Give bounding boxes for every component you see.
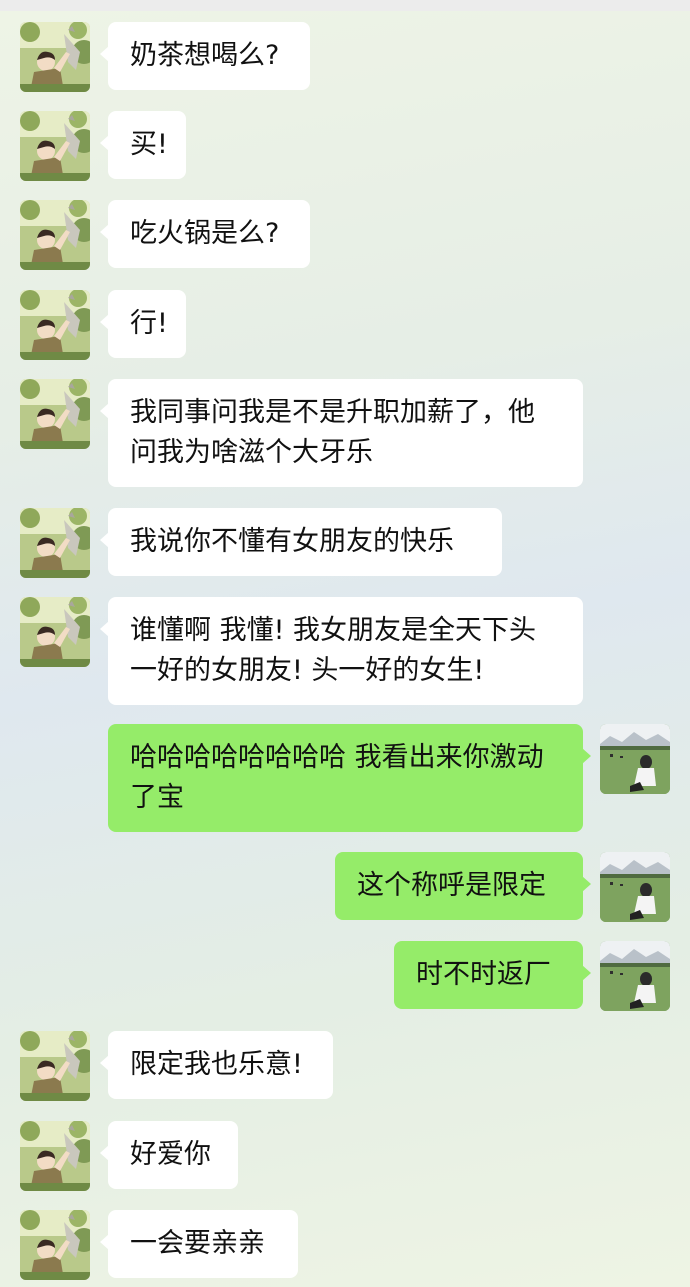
friend-avatar-icon[interactable] [20,290,90,360]
message-bubble[interactable]: 我同事问我是不是升职加薪了，他问我为啥滋个大牙乐 [100,379,583,487]
message-bubble[interactable]: 吃火锅是么? [100,200,310,268]
self-avatar-icon[interactable] [600,941,670,1011]
message-bubble[interactable]: 一会要亲亲 [100,1210,298,1278]
friend-avatar-icon[interactable] [20,1121,90,1191]
chat-message-list[interactable]: 奶茶想喝么? 买! 吃火锅是么? 行! 我同事问我是不是升职加薪了，他问我为啥滋… [0,0,690,1287]
friend-avatar-icon[interactable] [20,111,90,181]
friend-avatar-icon[interactable] [20,1031,90,1101]
message-bubble[interactable]: 哈哈哈哈哈哈哈哈 我看出来你激动了宝 [108,724,591,832]
friend-avatar-icon[interactable] [20,508,90,578]
self-avatar-icon[interactable] [600,724,670,794]
message-bubble[interactable]: 时不时返厂 [394,941,591,1009]
friend-avatar-icon[interactable] [20,22,90,92]
message-bubble[interactable]: 好爱你 [100,1121,238,1189]
self-avatar-icon[interactable] [600,852,670,922]
message-bubble[interactable]: 这个称呼是限定 [335,852,591,920]
friend-avatar-icon[interactable] [20,597,90,667]
message-bubble[interactable]: 奶茶想喝么? [100,22,310,90]
message-bubble[interactable]: 买! [100,111,186,179]
message-bubble[interactable]: 限定我也乐意! [100,1031,333,1099]
message-bubble[interactable]: 谁懂啊 我懂! 我女朋友是全天下头一好的女朋友! 头一好的女生! [100,597,583,705]
friend-avatar-icon[interactable] [20,1210,90,1280]
friend-avatar-icon[interactable] [20,200,90,270]
friend-avatar-icon[interactable] [20,379,90,449]
message-bubble[interactable]: 我说你不懂有女朋友的快乐 [100,508,502,576]
message-bubble[interactable]: 行! [100,290,186,358]
